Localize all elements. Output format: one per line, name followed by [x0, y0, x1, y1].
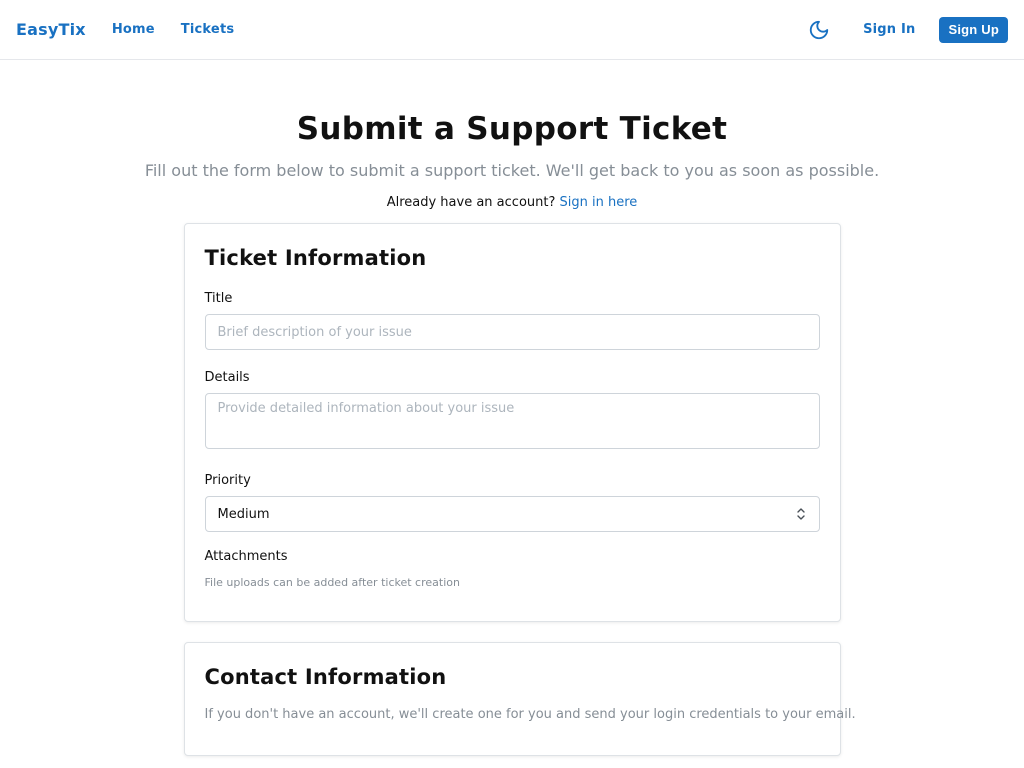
- sign-in-here-link[interactable]: Sign in here: [560, 195, 638, 210]
- priority-select[interactable]: Medium: [204, 496, 820, 532]
- page-title: Submit a Support Ticket: [296, 111, 728, 147]
- priority-label: Priority: [204, 473, 251, 488]
- contact-card-title: Contact Information: [204, 665, 447, 689]
- attachments-hint: File uploads can be added after ticket c…: [204, 576, 460, 589]
- brand-logo[interactable]: EasyTix: [16, 20, 86, 39]
- theme-toggle-button[interactable]: [807, 18, 831, 42]
- details-textarea[interactable]: [204, 393, 820, 449]
- contact-description: If you don't have an account, we'll crea…: [204, 707, 856, 722]
- chevron-up-down-icon: [795, 507, 807, 521]
- account-prompt: Already have an account? Sign in here: [0, 193, 1024, 213]
- contact-information-card: Contact Information If you don't have an…: [183, 642, 856, 756]
- attachments-label: Attachments: [204, 549, 288, 564]
- priority-selected-value: Medium: [217, 506, 270, 522]
- title-input[interactable]: [204, 314, 820, 350]
- moon-icon: [809, 20, 829, 39]
- account-prompt-text: Already have an account?: [386, 195, 556, 210]
- page-subtitle: Fill out the form below to submit a supp…: [144, 161, 880, 180]
- details-label: Details: [204, 370, 250, 385]
- ticket-card-title: Ticket Information: [204, 246, 427, 270]
- sign-in-link[interactable]: Sign In: [863, 22, 915, 37]
- top-navbar: EasyTix Home Tickets Sign In Sign Up: [0, 0, 1024, 60]
- ticket-information-card: Ticket Information Title Details Priorit…: [183, 223, 841, 622]
- nav-link-home[interactable]: Home: [112, 22, 155, 37]
- nav-link-tickets[interactable]: Tickets: [181, 22, 235, 37]
- title-label: Title: [204, 291, 233, 306]
- sign-up-button[interactable]: Sign Up: [939, 16, 1008, 43]
